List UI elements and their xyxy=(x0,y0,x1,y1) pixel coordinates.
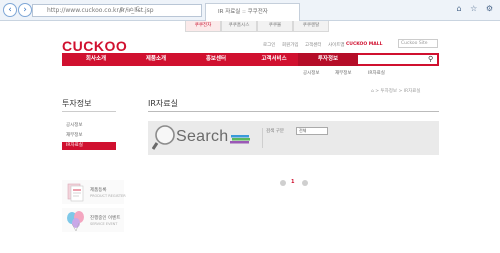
search-divider xyxy=(262,128,263,148)
browser-controls[interactable]: ⌂ ☆ ⚙ xyxy=(456,4,496,13)
document-icon xyxy=(67,183,84,202)
banner-subtitle: PRODUCT REGISTER xyxy=(90,194,126,198)
tab-cuckoo-electronics[interactable]: 쿠쿠전자 xyxy=(185,21,221,32)
subnav-disclosure[interactable]: 공시정보 xyxy=(303,70,320,76)
event-banner[interactable]: 진행중인 이벤트 SERVICE EVENT xyxy=(62,208,124,232)
cuckoo-mall-link[interactable]: CUCKOO MALL xyxy=(346,42,382,47)
nav-products[interactable]: 제품소개 xyxy=(126,53,186,66)
subnav-financial[interactable]: 재무정보 xyxy=(335,70,352,76)
balloon-icon xyxy=(67,211,84,232)
sidebar-item-disclosure[interactable]: 공시정보 xyxy=(66,122,83,128)
cuckoo-logo[interactable]: CUCKOO xyxy=(62,38,127,54)
signup-link[interactable]: 회원가입 xyxy=(282,42,299,48)
site-search-input[interactable] xyxy=(358,55,437,64)
breadcrumb: ⌂ > 투자정보 > IR자료실 xyxy=(371,89,421,94)
sidebar-item-ir-library-label: IR자료실 xyxy=(66,143,83,148)
search-type-select[interactable]: 전체 xyxy=(296,127,328,135)
search-word: Search xyxy=(176,128,229,145)
tab-cuckoo-rental[interactable]: 쿠쿠렌탈 xyxy=(293,21,329,32)
customer-center-link[interactable]: 고객센터 xyxy=(305,42,322,48)
nav-company[interactable]: 회사소개 xyxy=(66,53,126,66)
sitemap-link[interactable]: 사이트맵 xyxy=(328,42,345,48)
back-arrow-icon[interactable]: ‹ xyxy=(3,3,17,17)
search-type-label: 검색 구분 xyxy=(266,129,284,134)
tab-cuckoo-mall[interactable]: 쿠쿠몰 xyxy=(257,21,293,32)
search-icon[interactable]: ⚲ xyxy=(428,55,433,64)
nav-pr-center[interactable]: 홍보센터 xyxy=(186,53,246,66)
sidebar-title: 투자정보 xyxy=(62,99,92,108)
nav-customer-service[interactable]: 고객서비스 xyxy=(244,53,304,66)
sidebar-divider xyxy=(62,111,116,112)
tab-cuckoo-homesys[interactable]: 쿠쿠홈시스 xyxy=(221,21,257,32)
address-bar[interactable]: http://www.cuckoo.co.kr/ir/ir_list.jsp xyxy=(32,4,202,17)
banner-subtitle: SERVICE EVENT xyxy=(90,222,118,226)
nav-investor[interactable]: 투자정보 xyxy=(298,53,358,66)
product-register-banner[interactable]: 제품등록 PRODUCT REGISTER xyxy=(62,180,126,204)
forward-arrow-icon[interactable]: › xyxy=(18,3,32,17)
current-page[interactable]: 1 xyxy=(291,179,294,185)
prev-page-button[interactable] xyxy=(280,180,286,186)
title-divider xyxy=(148,111,439,112)
browser-tab[interactable]: IR 자료실 :: 쿠쿠전자 xyxy=(205,3,300,21)
site-select[interactable]: Cuckoo Site xyxy=(398,39,438,48)
sidebar-item-financial[interactable]: 재무정보 xyxy=(66,132,83,138)
page-title: IR자료실 xyxy=(148,99,178,108)
banner-title: 진행중인 이벤트 xyxy=(90,216,121,221)
address-tools[interactable]: ρ - ⌂ C xyxy=(120,4,140,15)
next-page-button[interactable] xyxy=(302,180,308,186)
books-icon xyxy=(230,135,250,144)
subnav-ir-library[interactable]: IR자료실 xyxy=(368,70,385,76)
banner-title: 제품등록 xyxy=(90,188,107,193)
login-link[interactable]: 로그인 xyxy=(263,42,275,48)
